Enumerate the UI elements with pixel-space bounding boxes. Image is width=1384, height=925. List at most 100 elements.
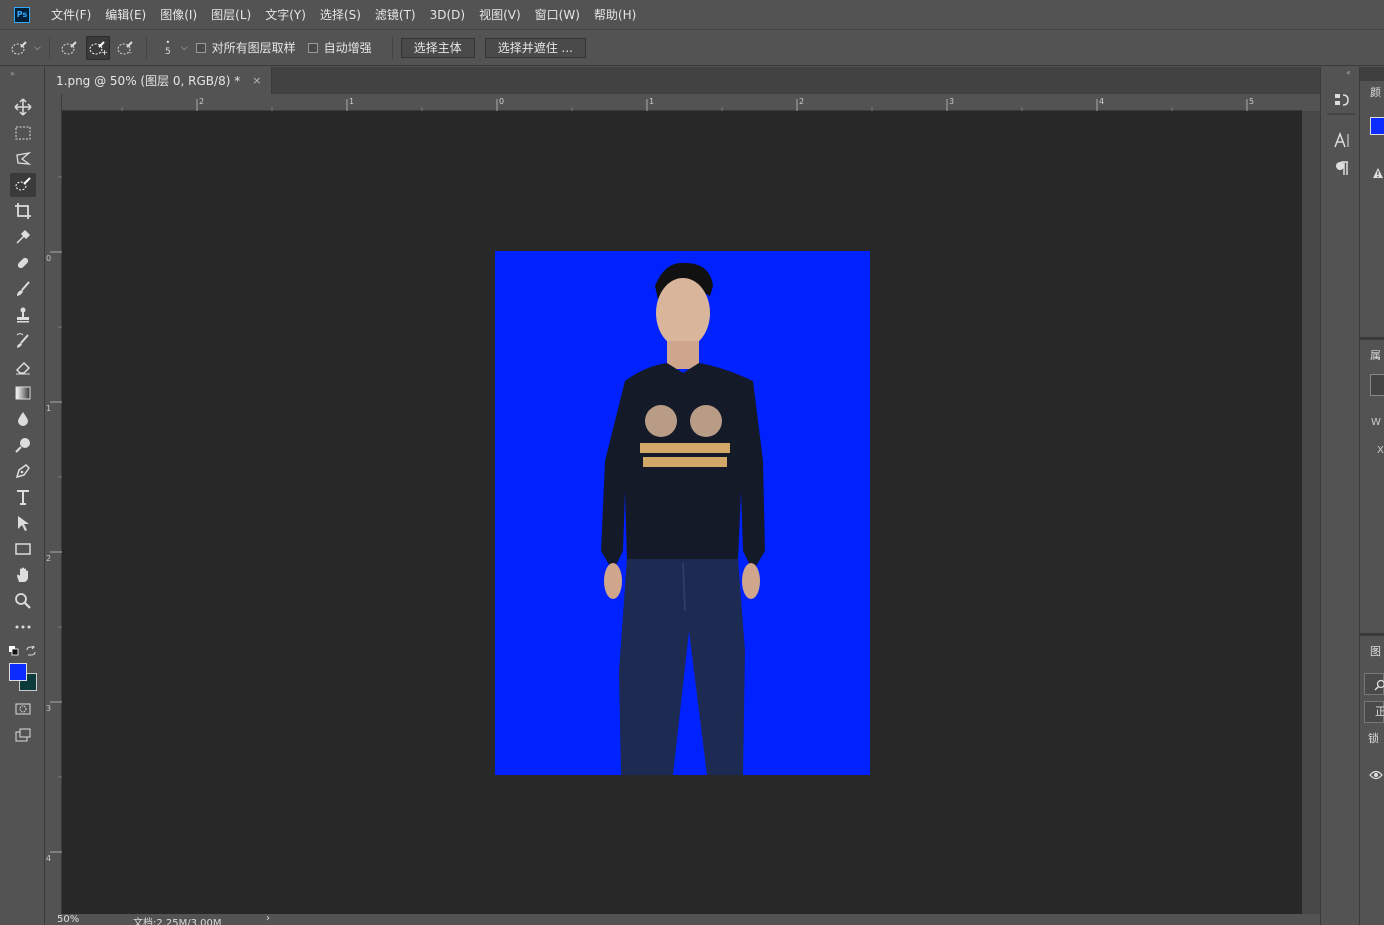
more-tools-icon[interactable] <box>10 615 36 639</box>
horizontal-ruler[interactable]: 2 1 0 1 2 3 4 5 <box>62 94 1302 111</box>
checkbox-box[interactable] <box>195 42 206 53</box>
zoom-tool-icon[interactable] <box>10 589 36 613</box>
menu-select[interactable]: 选择(S) <box>313 0 368 30</box>
pen-tool-icon[interactable] <box>10 459 36 483</box>
path-selection-tool-icon[interactable] <box>10 511 36 535</box>
document-image[interactable] <box>495 251 870 775</box>
quick-selection-preset-icon[interactable] <box>8 36 32 60</box>
new-selection-icon[interactable] <box>58 36 82 60</box>
layer-visibility-eye-icon[interactable] <box>1369 769 1383 783</box>
status-bar: 50% 文档:2.25M/3.00M › <box>45 913 1320 925</box>
type-tool-icon[interactable] <box>10 485 36 509</box>
swap-colors-icon[interactable] <box>26 645 36 659</box>
history-brush-tool-icon[interactable] <box>10 329 36 353</box>
blend-mode-select[interactable]: 正 <box>1364 701 1384 723</box>
character-panel-icon[interactable] <box>1333 131 1351 152</box>
menu-view[interactable]: 视图(V) <box>472 0 528 30</box>
add-to-selection-icon[interactable]: + <box>85 35 110 60</box>
screen-mode-icon[interactable] <box>10 723 36 747</box>
lasso-tool-icon[interactable] <box>10 147 36 171</box>
properties-thumbnail-icon <box>1370 374 1384 396</box>
marquee-tool-icon[interactable] <box>10 121 36 145</box>
select-subject-button[interactable]: 选择主体 <box>400 37 475 58</box>
person-photo <box>601 262 765 775</box>
dodge-tool-icon[interactable] <box>10 433 36 457</box>
photoshop-logo-icon[interactable]: Ps <box>14 6 30 23</box>
subtract-from-selection-icon[interactable]: - <box>114 36 138 60</box>
sample-all-layers-checkbox[interactable]: 对所有图层取样 <box>195 39 296 56</box>
quick-selection-tool-icon[interactable] <box>10 173 36 197</box>
vertical-ruler-ticks <box>50 176 62 853</box>
menu-type[interactable]: 文字(Y) <box>258 0 313 30</box>
panel-foreground-swatch[interactable] <box>1370 117 1384 135</box>
ruler-label: 2 <box>799 97 805 106</box>
auto-enhance-label: 自动增强 <box>323 41 372 55</box>
checkbox-box[interactable] <box>307 42 318 53</box>
ruler-label: 0 <box>46 254 52 263</box>
clone-stamp-tool-icon[interactable] <box>10 303 36 327</box>
auto-enhance-checkbox[interactable]: 自动增强 <box>307 39 372 56</box>
ruler-label: 5 <box>1249 97 1255 106</box>
panel-divider <box>1360 633 1384 636</box>
paragraph-panel-icon[interactable] <box>1333 159 1351 180</box>
color-panel-tab[interactable]: 颜 <box>1370 84 1381 100</box>
blur-tool-icon[interactable] <box>10 407 36 431</box>
ruler-label: 1 <box>349 97 355 106</box>
collapsed-panel-strip: « <box>1320 67 1360 925</box>
quick-mask-icon[interactable] <box>10 697 36 721</box>
foreground-color-swatch[interactable] <box>9 663 27 681</box>
document-tab-bar: 1.png @ 50% (图层 0, RGB/8) * × <box>45 67 1320 94</box>
menu-file[interactable]: 文件(F) <box>44 0 98 30</box>
crop-tool-icon[interactable] <box>10 199 36 223</box>
menu-edit[interactable]: 编辑(E) <box>98 0 153 30</box>
ruler-label: 1 <box>649 97 655 106</box>
vertical-scrollbar[interactable] <box>1302 111 1320 914</box>
menu-help[interactable]: 帮助(H) <box>587 0 643 30</box>
zoom-level[interactable]: 50% <box>57 914 79 925</box>
vertical-ruler[interactable]: 0 1 2 3 4 <box>45 94 62 914</box>
ruler-label: 4 <box>46 854 52 863</box>
svg-text:-: - <box>129 48 132 56</box>
divider <box>48 36 50 59</box>
default-colors-icon[interactable] <box>9 645 19 659</box>
preset-dropdown-icon[interactable]: ⌵ <box>34 43 41 53</box>
document-tab[interactable]: 1.png @ 50% (图层 0, RGB/8) * × <box>45 67 273 94</box>
menu-window[interactable]: 窗口(W) <box>528 0 587 30</box>
properties-width-label: W <box>1371 417 1381 428</box>
collapse-toolbar-icon[interactable]: » <box>10 69 15 78</box>
layer-filter-field[interactable] <box>1364 673 1384 695</box>
canvas-area[interactable] <box>62 111 1302 914</box>
brush-tool-icon[interactable] <box>10 277 36 301</box>
layers-panel-tab[interactable]: 图 <box>1370 643 1381 659</box>
properties-panel-tab[interactable]: 属 <box>1370 347 1381 363</box>
options-bar: ⌵ + - • 5 ⌵ 对所有图层取样 自动增强 选择主体 选择并遮住 ... <box>0 30 1384 66</box>
brush-dropdown-icon[interactable]: ⌵ <box>181 43 188 53</box>
rectangle-tool-icon[interactable] <box>10 537 36 561</box>
lock-label: 锁 <box>1368 732 1379 745</box>
collapse-panels-icon[interactable]: « <box>1346 68 1351 77</box>
menu-bar: Ps 文件(F) 编辑(E) 图像(I) 图层(L) 文字(Y) 选择(S) 滤… <box>0 0 1384 30</box>
select-and-mask-button[interactable]: 选择并遮住 ... <box>484 37 586 58</box>
move-tool-icon[interactable] <box>10 95 36 119</box>
brush-size-value: 5 <box>164 47 171 57</box>
document-tab-title: 1.png @ 50% (图层 0, RGB/8) * <box>56 74 241 88</box>
menu-layer[interactable]: 图层(L) <box>204 0 258 30</box>
hand-tool-icon[interactable] <box>10 563 36 587</box>
healing-brush-tool-icon[interactable] <box>10 251 36 275</box>
brush-size-picker[interactable]: • 5 <box>159 38 177 57</box>
panel-divider <box>1327 113 1355 115</box>
status-menu-arrow-icon[interactable]: › <box>266 913 270 924</box>
ruler-label: 2 <box>199 97 205 106</box>
menu-filter[interactable]: 滤镜(T) <box>368 0 423 30</box>
search-icon <box>1374 679 1384 691</box>
menu-image[interactable]: 图像(I) <box>153 0 204 30</box>
gradient-tool-icon[interactable] <box>10 381 36 405</box>
ruler-label: 0 <box>499 97 505 106</box>
menu-3d[interactable]: 3D(D) <box>423 0 472 30</box>
eraser-tool-icon[interactable] <box>10 355 36 379</box>
history-panel-icon[interactable] <box>1333 91 1351 112</box>
eyedropper-tool-icon[interactable] <box>10 225 36 249</box>
divider <box>391 36 393 59</box>
document-size-info: 文档:2.25M/3.00M <box>133 918 222 925</box>
close-tab-icon[interactable]: × <box>252 74 261 87</box>
